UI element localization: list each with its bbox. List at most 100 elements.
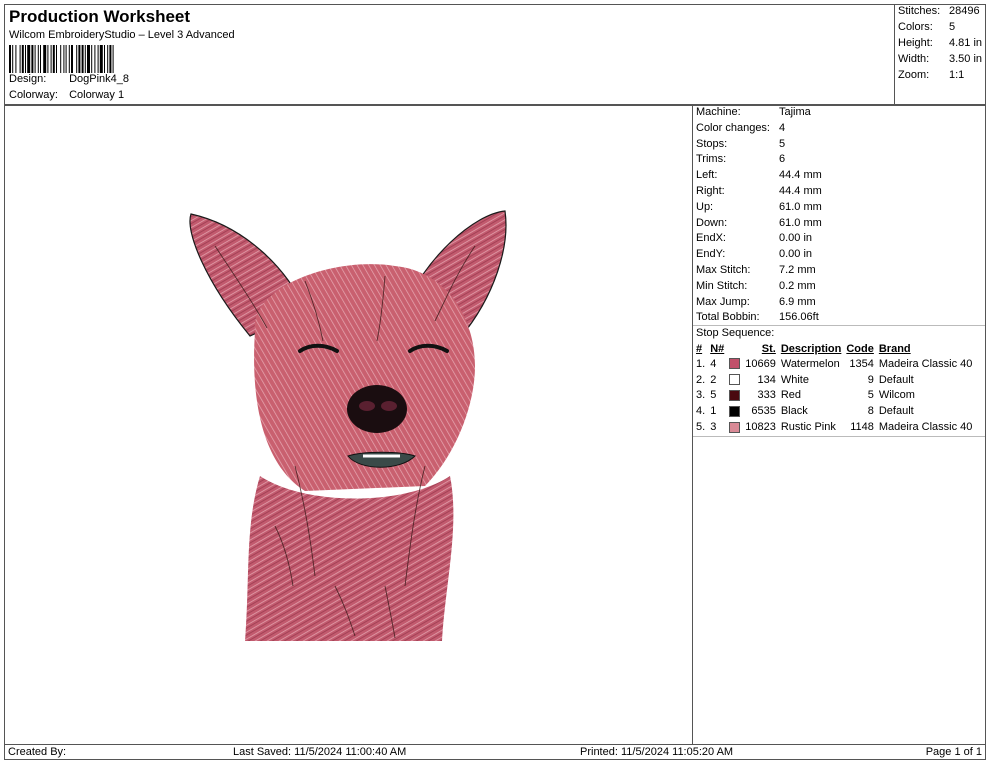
info-value: 61.0 mm (779, 200, 822, 213)
col-header-needle: N# (710, 342, 725, 355)
printed-date: Printed: 11/5/2024 11:05:20 AM (580, 746, 734, 758)
row-index: 5. (696, 421, 706, 434)
info-value: 6 (779, 153, 786, 166)
info-row: Color changes: 4 (696, 122, 785, 134)
stitch-count: 333 (757, 389, 776, 402)
machine-info-panel: Machine: Tajima Color changes: 4 Stops: 5 Trim… (692, 105, 986, 745)
barcode-bar (56, 45, 57, 73)
info-label: Down: (696, 216, 728, 229)
col-header-brand: Brand (878, 342, 911, 355)
stat-colors: Colors: 5 (898, 21, 956, 33)
barcode-bar (34, 45, 36, 73)
color-description: White (780, 373, 809, 386)
thread-code: 9 (867, 373, 874, 386)
barcode-bar (107, 45, 109, 73)
info-row: Max Stitch: 7.2 mm (696, 264, 816, 276)
table-row: 3. 5 333 Red 5 Wilcom (694, 388, 975, 404)
color-swatch (727, 356, 743, 372)
color-swatch (727, 388, 743, 404)
table-row: 5. 3 10823 Rustic Pink 1148 Madeira Classic 4… (694, 419, 975, 435)
stat-stitches: Stitches: 28496 (898, 5, 980, 17)
needle-number: 1 (710, 405, 717, 418)
colorway-row: Colorway: Colorway 1 (9, 89, 124, 101)
info-label: Total Bobbin: (696, 311, 760, 324)
color-description: Rustic Pink (780, 421, 836, 434)
barcode-bar (76, 45, 78, 73)
info-row: Down: 61.0 mm (696, 217, 822, 229)
color-description: Red (780, 389, 802, 402)
info-value: 5 (779, 137, 786, 150)
info-row: Right: 44.4 mm (696, 185, 822, 197)
barcode-bar (21, 45, 24, 73)
barcode-bar (87, 45, 90, 73)
stitch-count: 6535 (751, 405, 776, 418)
needle-number: 4 (710, 357, 717, 370)
info-label: Machine: (696, 106, 741, 118)
stat-height: Height: 4.81 in (898, 37, 983, 49)
info-label: Max Jump: (696, 295, 750, 308)
info-row: Max Jump: 6.9 mm (696, 296, 816, 308)
info-value: 44.4 mm (779, 169, 822, 182)
thread-code: 8 (867, 405, 874, 418)
stop-sequence-title: Stop Sequence: (696, 327, 775, 339)
info-row: Trims: 6 (696, 153, 785, 165)
barcode-bar (84, 45, 86, 73)
info-value: Tajima (779, 106, 811, 118)
info-label: Right: (696, 185, 725, 197)
needle-number: 3 (710, 421, 717, 434)
table-row: 2. 2 134 White 9 Default (694, 372, 975, 388)
colorway-value: Colorway 1 (69, 89, 125, 101)
barcode-icon (9, 45, 114, 73)
stop-sequence-header: # N# St. Description Code Brand (694, 341, 975, 356)
info-row: EndY: 0.00 in (696, 248, 812, 260)
barcode-bar (112, 45, 114, 73)
barcode-bar (40, 45, 41, 73)
barcode-bar (68, 45, 70, 73)
barcode-bar (60, 45, 62, 73)
page-number: Page 1 of 1 (925, 746, 982, 758)
info-value: 0.00 in (779, 232, 813, 245)
info-value: 4 (779, 121, 786, 134)
needle-number: 5 (710, 389, 717, 402)
dog-embroidery-image (189, 210, 507, 641)
design-canvas (4, 105, 693, 745)
info-row: Stops: 5 (696, 138, 785, 150)
color-swatch (727, 403, 743, 419)
thread-brand: Madeira Classic 40 (878, 357, 973, 370)
info-value: 7.2 mm (779, 264, 816, 276)
color-description: Black (780, 405, 808, 418)
barcode-bar (91, 45, 93, 73)
barcode-bar (97, 45, 99, 73)
col-header-swatch (727, 341, 743, 356)
swatch-icon (729, 405, 741, 417)
info-value: 44.4 mm (779, 185, 822, 197)
info-row: Up: 61.0 mm (696, 201, 822, 213)
stitch-count: 10669 (745, 357, 776, 370)
stitch-count: 10823 (745, 421, 776, 434)
info-label: EndY: (696, 248, 726, 261)
swatch-icon (729, 421, 741, 433)
color-swatch (727, 372, 743, 388)
last-saved: Last Saved: 11/5/2024 11:00:40 AM (233, 746, 407, 758)
barcode-bar (99, 45, 103, 73)
barcode-bar (63, 45, 65, 73)
info-label: Color changes: (696, 121, 770, 134)
info-label: Min Stitch: (696, 279, 748, 292)
design-row: Design: DogPink4_8 (9, 73, 129, 85)
barcode-bar (37, 45, 39, 73)
info-value: 61.0 mm (779, 216, 822, 229)
thread-code: 1354 (849, 357, 874, 370)
table-row: 1. 4 10669 Watermelon 1354 Madeira Classic 40 (694, 356, 975, 372)
row-index: 4. (696, 405, 706, 418)
barcode-bar (9, 45, 11, 73)
info-row: Left: 44.4 mm (696, 169, 822, 181)
info-label: Stops: (696, 137, 728, 150)
barcode-bar (27, 45, 31, 73)
barcode-bar (31, 45, 34, 73)
barcode-bar (19, 45, 21, 73)
info-label: EndX: (696, 232, 726, 245)
info-value: 6.9 mm (779, 295, 816, 308)
divider (693, 436, 985, 437)
design-value: DogPink4_8 (69, 73, 129, 85)
barcode-bar (104, 45, 105, 73)
